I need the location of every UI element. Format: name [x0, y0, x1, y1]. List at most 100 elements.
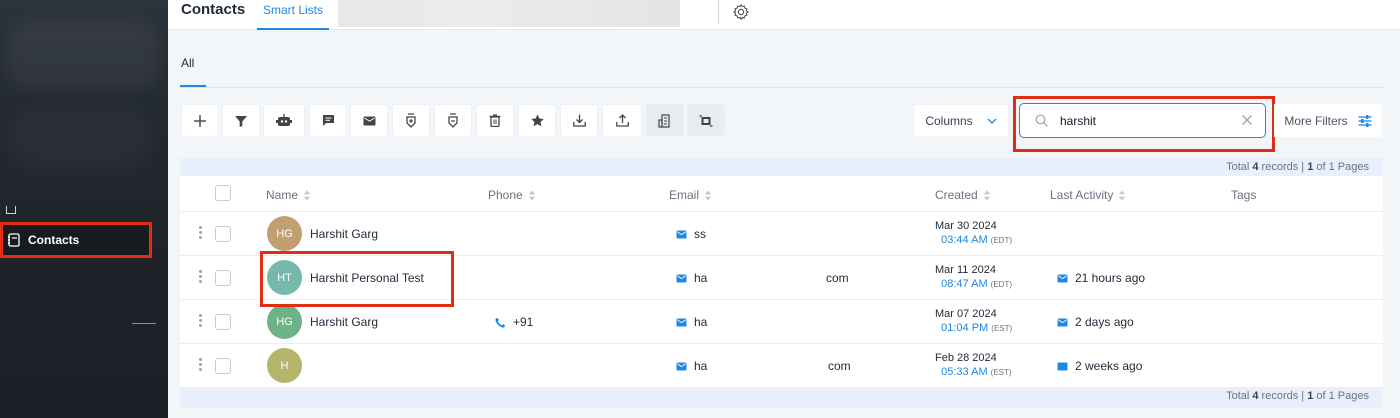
columns-label: Columns: [925, 113, 973, 128]
filter-button[interactable]: [222, 104, 260, 137]
company-button[interactable]: [646, 104, 684, 137]
table-header: Name Phone Email Created Last Activity T…: [180, 176, 1383, 212]
send-email-button[interactable]: [350, 104, 388, 137]
send-sms-button[interactable]: [309, 104, 347, 137]
select-all-checkbox[interactable]: [215, 185, 231, 201]
contact-email[interactable]: ha: [676, 315, 707, 329]
columns-dropdown[interactable]: Columns: [913, 104, 1009, 137]
records-summary-bottom: Total 4 records | 1 of 1 Pages: [180, 388, 1383, 408]
email-icon: [363, 116, 375, 125]
page-title: Contacts: [181, 1, 246, 18]
tab-smart-lists[interactable]: Smart Lists: [257, 0, 330, 30]
email-icon: [676, 318, 687, 326]
created-date: Mar 07 2024 01:04 PM (EST): [935, 308, 1013, 334]
email-icon: [1057, 318, 1068, 326]
avatar: HG: [267, 304, 302, 339]
row-menu-icon[interactable]: [199, 358, 202, 371]
email-icon: [676, 230, 687, 238]
sidebar-item-contacts[interactable]: Contacts: [0, 222, 152, 258]
column-header-last-activity[interactable]: Last Activity: [1050, 188, 1126, 202]
import-button[interactable]: [560, 104, 598, 137]
created-date: Feb 28 2024 05:33 AM (EST): [935, 352, 1012, 378]
tab-all[interactable]: All: [181, 56, 194, 70]
contact-email[interactable]: ss: [676, 227, 706, 241]
filter-icon: [235, 115, 247, 127]
merge-icon: [699, 114, 713, 127]
more-filters-button[interactable]: More Filters: [1274, 104, 1382, 137]
row-menu-icon[interactable]: [199, 314, 202, 327]
contact-email[interactable]: ha: [676, 271, 707, 285]
contact-name[interactable]: Harshit Garg: [310, 315, 378, 329]
row-highlight: [260, 251, 454, 307]
delete-icon: [489, 114, 501, 127]
search-box[interactable]: [1019, 103, 1266, 138]
row-menu-icon[interactable]: [199, 270, 202, 283]
records-summary-top: Total 4 records | 1 of 1 Pages: [180, 158, 1383, 176]
sort-icon: [528, 190, 535, 200]
gear-icon[interactable]: [732, 3, 750, 24]
contact-email-suffix: com: [828, 359, 851, 373]
more-filters-label: More Filters: [1284, 113, 1348, 128]
created-date: Mar 11 2024 08:47 AM (EDT): [935, 264, 1012, 290]
row-checkbox[interactable]: [215, 314, 231, 330]
column-header-phone[interactable]: Phone: [488, 188, 536, 202]
email-icon: [676, 274, 687, 282]
contact-phone[interactable]: +91: [495, 315, 533, 329]
row-checkbox[interactable]: [215, 226, 231, 242]
sidebar-partial-icon: [6, 206, 16, 214]
sort-icon: [983, 190, 990, 200]
column-header-email[interactable]: Email: [669, 188, 712, 202]
column-header-created[interactable]: Created: [935, 188, 991, 202]
sidebar-item-label: Contacts: [28, 233, 80, 247]
email-icon: [676, 362, 687, 370]
sidebar: Contacts: [0, 0, 168, 418]
email-icon: [1057, 274, 1068, 282]
export-button[interactable]: [602, 104, 642, 137]
last-activity: 2 weeks ago: [1057, 359, 1142, 373]
sidebar-divider: [132, 323, 156, 324]
contact-email-suffix: com: [826, 271, 849, 285]
add-button[interactable]: [181, 104, 219, 137]
message-icon: [322, 115, 334, 126]
download-icon: [572, 114, 586, 127]
star-icon: [530, 114, 544, 127]
redacted-smart-list-tabs: [338, 0, 680, 27]
search-icon: [1035, 114, 1048, 127]
contact-email[interactable]: ha: [676, 359, 707, 373]
column-header-name[interactable]: Name: [266, 188, 311, 202]
last-activity: 2 days ago: [1057, 315, 1134, 329]
sort-icon: [704, 190, 712, 200]
building-icon: [658, 113, 670, 128]
contact-name[interactable]: Harshit Garg: [310, 227, 378, 241]
avatar: H: [267, 348, 302, 383]
search-input[interactable]: [1060, 113, 1230, 128]
sliders-icon: [1358, 114, 1372, 127]
remove-tag-button[interactable]: [434, 104, 472, 137]
remove-tag-icon: [448, 112, 458, 128]
sort-icon: [303, 190, 311, 200]
table-row[interactable]: HG Harshit Garg ss Mar 30 2024 03:44 AM …: [180, 212, 1383, 256]
clear-search-icon[interactable]: [1241, 114, 1253, 129]
row-checkbox[interactable]: [215, 358, 231, 374]
favorite-button[interactable]: [518, 104, 556, 137]
avatar: HG: [267, 216, 302, 251]
delete-button[interactable]: [476, 104, 514, 137]
email-icon: [1057, 362, 1068, 370]
add-icon: [194, 114, 206, 127]
divider: [718, 0, 719, 24]
contacts-icon: [8, 233, 20, 247]
last-activity: 21 hours ago: [1057, 271, 1145, 285]
add-tag-icon: [406, 112, 416, 128]
merge-button[interactable]: [687, 104, 725, 137]
column-header-tags: Tags: [1231, 188, 1257, 202]
upload-icon: [615, 114, 629, 127]
add-tag-button[interactable]: [392, 104, 430, 137]
table-row[interactable]: H ha com Feb 28 2024 05:33 AM (EST) 2 we…: [180, 344, 1383, 388]
created-date: Mar 30 2024 03:44 AM (EDT): [935, 220, 1012, 246]
tabs-divider: [180, 87, 1385, 88]
row-checkbox[interactable]: [215, 270, 231, 286]
bot-icon: [276, 113, 292, 126]
phone-icon: [495, 317, 506, 328]
row-menu-icon[interactable]: [199, 226, 202, 239]
automation-button[interactable]: [263, 104, 305, 137]
